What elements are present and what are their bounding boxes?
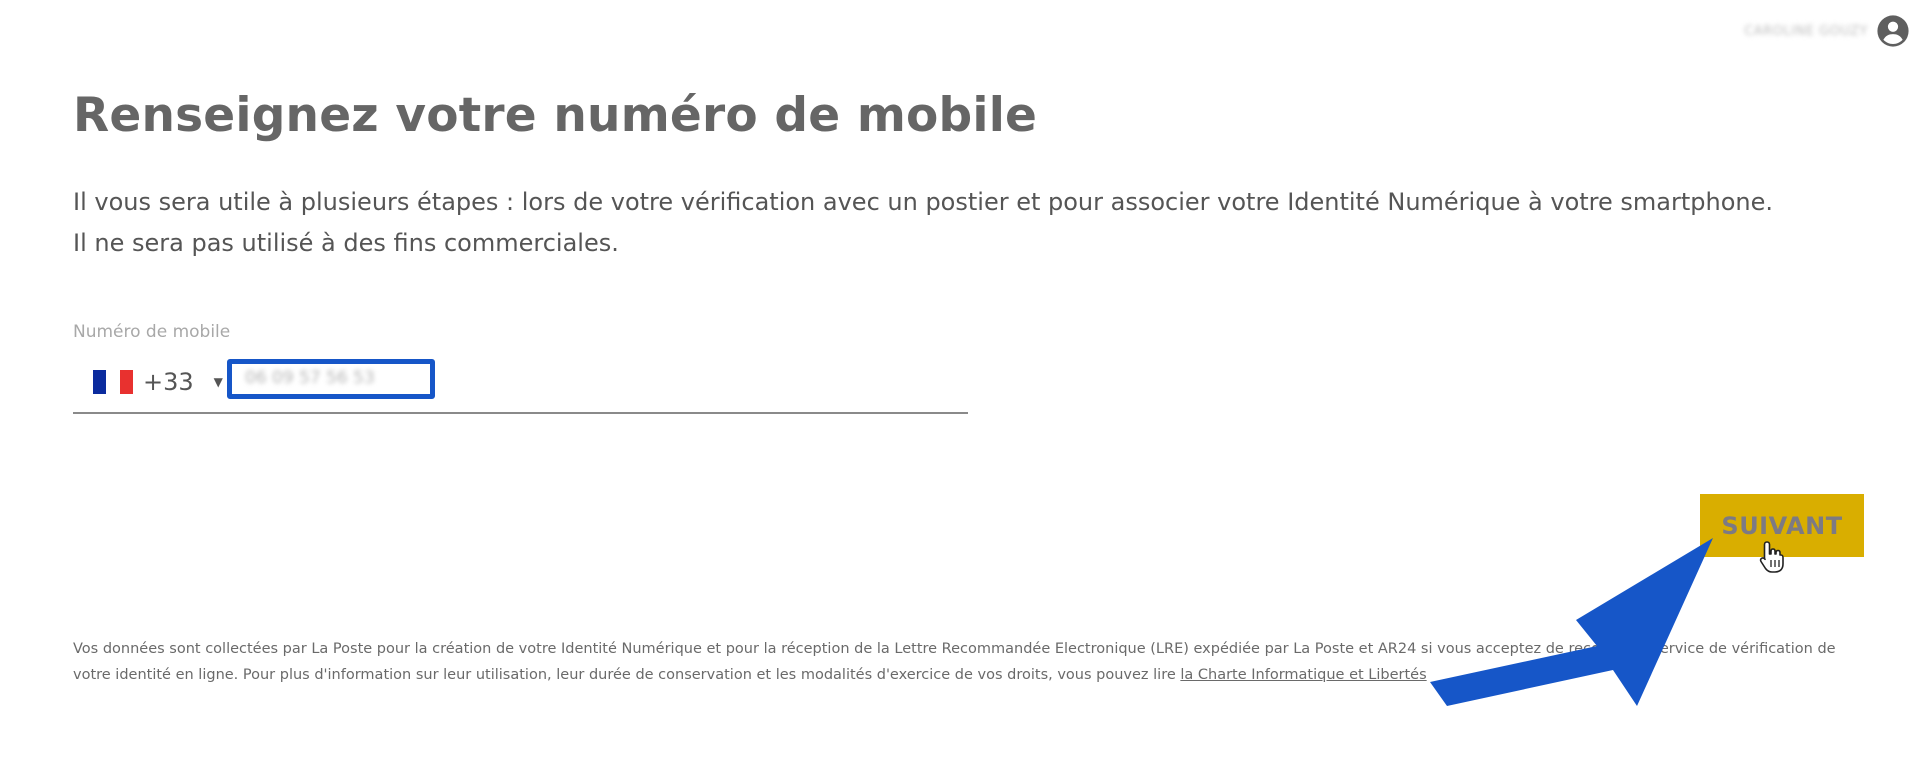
legal-notice: Vos données sont collectées par La Poste… xyxy=(73,636,1853,688)
phone-field: +33 ▼ 06 09 57 56 53 xyxy=(73,352,968,414)
legal-notice-text: Vos données sont collectées par La Poste… xyxy=(73,641,1836,683)
privacy-charter-link[interactable]: la Charte Informatique et Libertés xyxy=(1180,667,1426,683)
page-description: Il vous sera utile à plusieurs étapes : … xyxy=(73,188,1774,257)
user-account-icon[interactable] xyxy=(1876,14,1910,48)
user-name: CAROLINE GOUZY xyxy=(1744,23,1868,39)
country-code-select[interactable]: +33 ▼ xyxy=(93,366,223,398)
page-title: Renseignez votre numéro de mobile xyxy=(73,88,1038,143)
phone-field-label: Numéro de mobile xyxy=(73,322,231,342)
user-menu[interactable]: CAROLINE GOUZY xyxy=(1744,14,1910,48)
france-flag-icon xyxy=(93,370,133,394)
country-dial-code: +33 xyxy=(143,368,194,396)
hand-cursor-icon xyxy=(1758,540,1786,574)
caret-down-icon: ▼ xyxy=(213,375,223,389)
phone-number-input[interactable] xyxy=(227,359,435,399)
